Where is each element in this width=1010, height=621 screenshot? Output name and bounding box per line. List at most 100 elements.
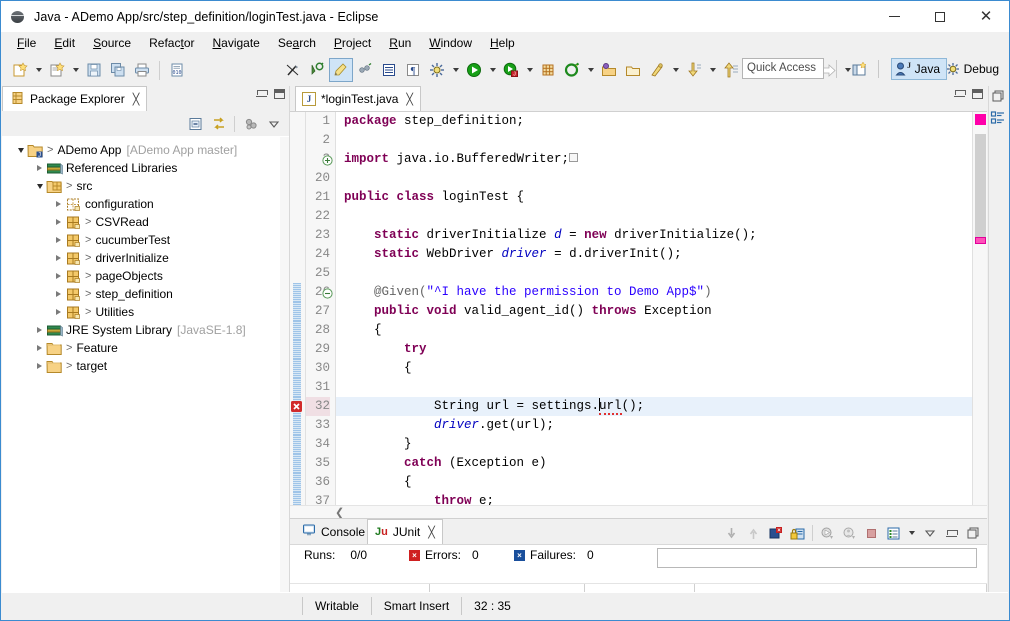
chevron-right-icon[interactable] [52, 216, 65, 229]
error-marker-icon[interactable] [290, 397, 305, 416]
scroll-left-icon[interactable]: ❮ [335, 506, 344, 519]
chevron-right-icon[interactable] [52, 252, 65, 265]
tree-vertical-scrollbar[interactable] [280, 137, 289, 592]
perspective-java-button[interactable]: J Java [890, 58, 947, 80]
test-run-history-icon[interactable] [883, 523, 904, 544]
chevron-right-icon[interactable] [52, 198, 65, 211]
test-run-history-dropdown[interactable] [905, 521, 918, 545]
open-task-icon[interactable] [621, 58, 645, 82]
last-edit-location-icon[interactable] [682, 58, 706, 82]
rerun-failed-tests-icon[interactable] [839, 523, 860, 544]
code-line[interactable]: public class loginTest { [336, 188, 972, 207]
lock-test-run-session-icon[interactable] [787, 523, 808, 544]
menu-search[interactable]: Search [269, 33, 325, 53]
occurrence-marker-pink[interactable] [975, 237, 986, 244]
close-icon[interactable]: ╳ [133, 93, 140, 106]
tree-item-driverinitialize[interactable]: > driverInitialize [2, 249, 289, 267]
code-line[interactable]: import java.io.BufferedWriter; [336, 150, 972, 169]
code-line[interactable]: catch (Exception e) [336, 454, 972, 473]
code-line[interactable] [336, 264, 972, 283]
editor-overview-ruler[interactable] [972, 112, 987, 505]
tab-console[interactable]: Console [295, 519, 373, 544]
code-line[interactable]: { [336, 473, 972, 492]
menu-run[interactable]: Run [380, 33, 420, 53]
rerun-test-icon[interactable] [817, 523, 838, 544]
show-failures-only-icon[interactable]: × [765, 523, 786, 544]
previous-failure-icon[interactable] [743, 523, 764, 544]
show-whitespace-icon[interactable] [377, 58, 401, 82]
search-icon[interactable] [645, 58, 669, 82]
maximize-icon[interactable] [963, 523, 984, 544]
view-menu-icon[interactable] [263, 113, 284, 134]
print-icon[interactable] [130, 58, 154, 82]
code-line-active[interactable]: String url = settings.url(); [336, 397, 972, 416]
outline-view-icon[interactable] [990, 110, 1006, 126]
code-line[interactable]: public void valid_agent_id() throws Exce… [336, 302, 972, 321]
next-failure-icon[interactable] [721, 523, 742, 544]
menu-project[interactable]: Project [325, 33, 380, 53]
menu-window[interactable]: Window [420, 33, 481, 53]
code-line[interactable]: throw e; [336, 492, 972, 505]
external-tools-icon[interactable] [425, 58, 449, 82]
code-line[interactable]: package step_definition; [336, 112, 972, 131]
tree-item-utilities[interactable]: > Utilities [2, 303, 289, 321]
chevron-right-icon[interactable] [52, 288, 65, 301]
save-icon[interactable] [82, 58, 106, 82]
maximize-window-button[interactable] [917, 1, 963, 32]
code-line[interactable]: driver.get(url); [336, 416, 972, 435]
close-window-button[interactable]: ✕ [963, 1, 1009, 32]
collapse-all-icon[interactable] [185, 113, 206, 134]
new-java-project-icon[interactable] [45, 58, 69, 82]
focus-on-active-task-icon[interactable] [240, 113, 261, 134]
collapsed-imports-box[interactable] [569, 153, 579, 162]
editor-vertical-scrollbar-thumb[interactable] [975, 134, 986, 244]
perspective-debug-button[interactable]: Debug [943, 58, 1003, 80]
menu-edit[interactable]: Edit [45, 33, 84, 53]
editor-horizontal-scrollbar[interactable]: ❮ [290, 505, 987, 519]
tree-item-referenced-libraries[interactable]: Referenced Libraries [2, 159, 289, 177]
new-java-project-dropdown[interactable] [69, 58, 82, 82]
menu-navigate[interactable]: Navigate [203, 33, 268, 53]
external-tools-dropdown[interactable] [449, 58, 462, 82]
chevron-down-icon[interactable] [33, 180, 46, 193]
error-marker-pink[interactable] [975, 114, 986, 125]
stop-icon[interactable] [861, 523, 882, 544]
minimize-icon[interactable] [954, 89, 966, 97]
toggle-mark-occurrences-icon[interactable] [281, 58, 305, 82]
open-type-dropdown[interactable] [584, 58, 597, 82]
tree-item-step-definition[interactable]: > step_definition [2, 285, 289, 303]
restore-icon[interactable] [991, 89, 1005, 103]
maximize-icon[interactable] [274, 89, 285, 99]
goto-line-icon[interactable] [719, 58, 743, 82]
toggle-ascii-icon[interactable]: 010 [165, 58, 189, 82]
code-line[interactable]: } [336, 435, 972, 454]
view-menu-icon[interactable] [919, 523, 940, 544]
code-editor[interactable]: 1232021222324252627282930313233343536373… [290, 111, 987, 505]
code-line[interactable]: @Given("^I have the permission to Demo A… [336, 283, 972, 302]
close-icon[interactable]: ╳ [428, 526, 435, 539]
next-annotation-icon[interactable] [305, 58, 329, 82]
code-line[interactable] [336, 207, 972, 226]
tab-junit[interactable]: Ju JUnit ╳ [367, 519, 443, 544]
chevron-right-icon[interactable] [52, 270, 65, 283]
chevron-down-icon[interactable] [14, 144, 27, 157]
code-line[interactable] [336, 131, 972, 150]
code-line[interactable]: static driverInitialize d = new driverIn… [336, 226, 972, 245]
project-tree[interactable]: J > ADemo App [ADemo App master] Referenced … [2, 137, 289, 592]
chevron-right-icon[interactable] [33, 360, 46, 373]
last-edit-dropdown[interactable] [706, 58, 719, 82]
menu-refactor[interactable]: Refactor [140, 33, 203, 53]
chevron-right-icon[interactable] [33, 342, 46, 355]
tree-item-configuration[interactable]: configuration [2, 195, 289, 213]
tree-item-feature[interactable]: > Feature [2, 339, 289, 357]
code-line[interactable] [336, 169, 972, 188]
new-junit-test-icon[interactable] [536, 58, 560, 82]
editor-marker-gutter[interactable] [290, 112, 306, 505]
minimize-window-button[interactable] [871, 1, 917, 32]
save-all-icon[interactable] [106, 58, 130, 82]
chevron-right-icon[interactable] [33, 324, 46, 337]
pilcrow-icon[interactable]: ¶ [401, 58, 425, 82]
tree-item-target[interactable]: > target [2, 357, 289, 375]
open-type-icon[interactable] [560, 58, 584, 82]
link-with-editor-icon[interactable] [208, 113, 229, 134]
